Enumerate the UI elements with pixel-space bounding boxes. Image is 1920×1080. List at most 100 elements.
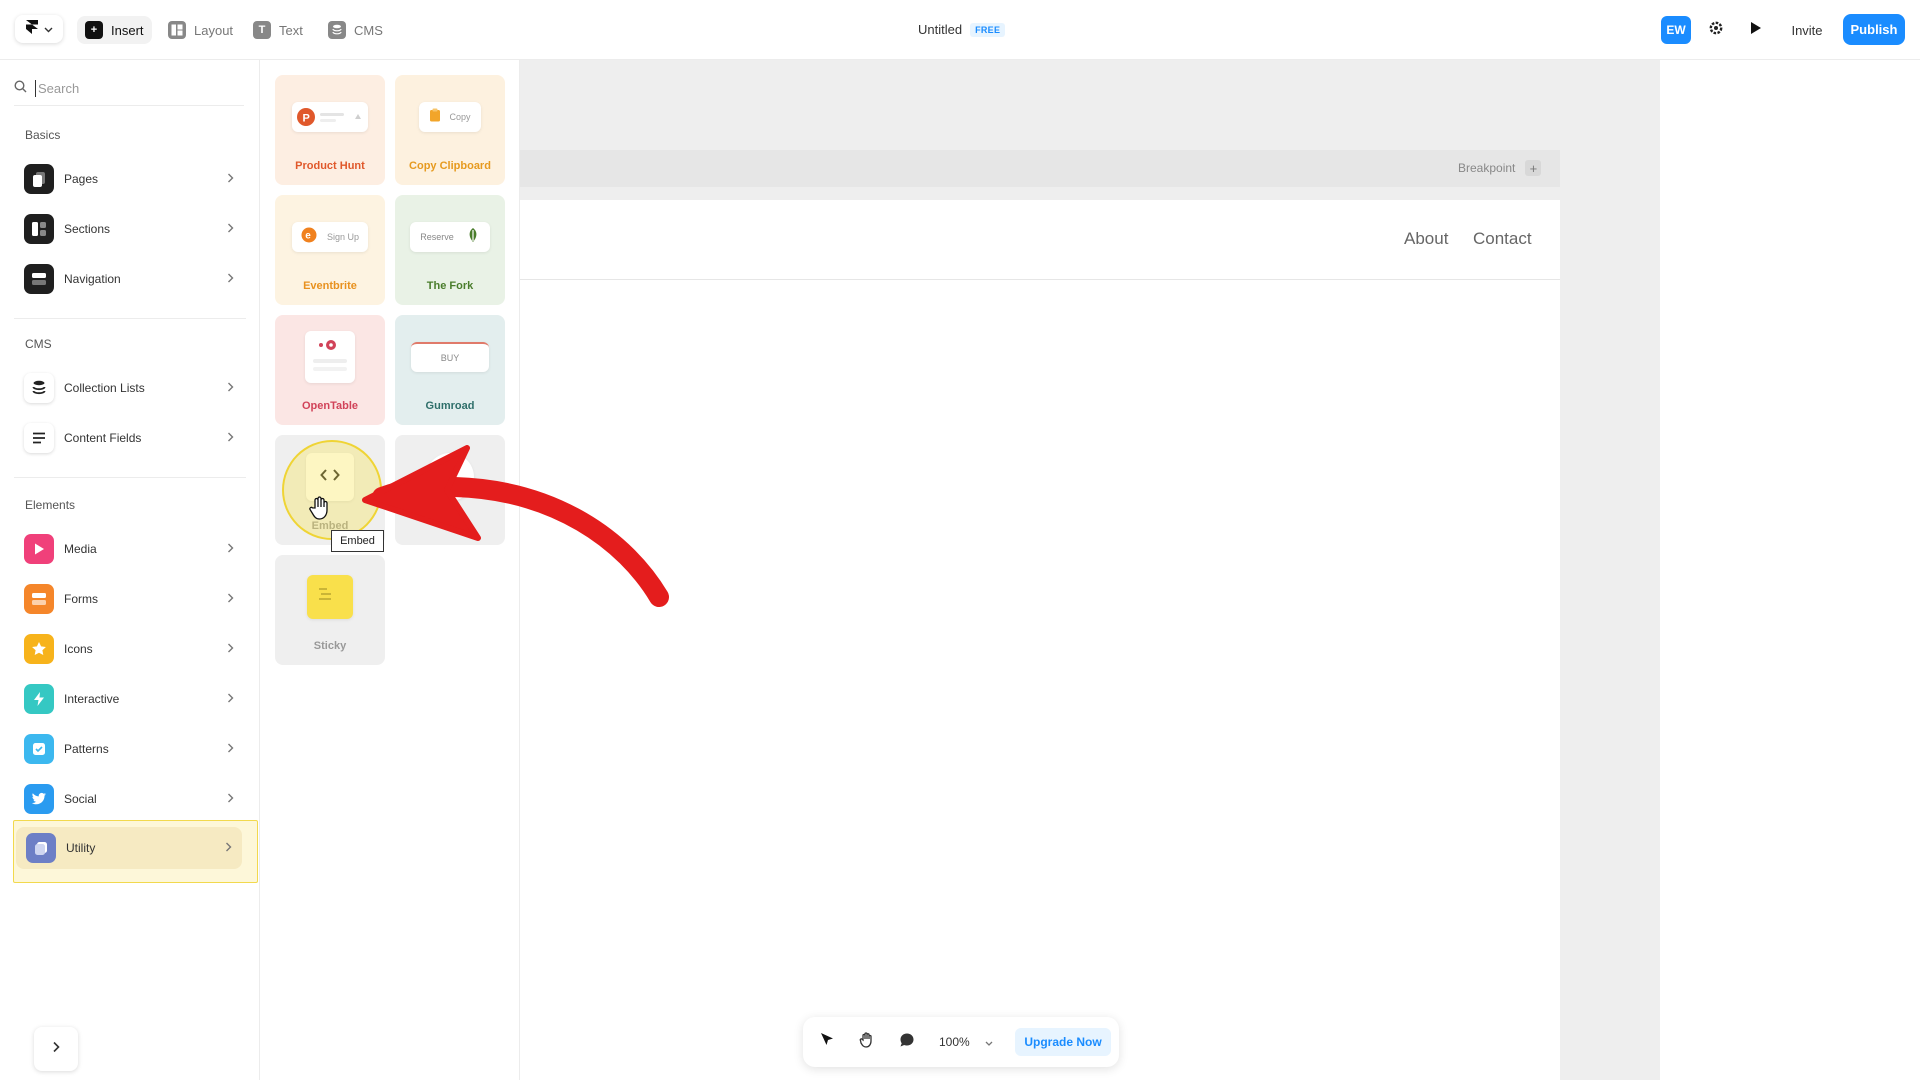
- sidebar-item-label: Interactive: [64, 692, 120, 706]
- properties-panel: [1660, 60, 1920, 1080]
- search-icon: [14, 79, 27, 98]
- sidebar-item-label: Forms: [64, 592, 98, 606]
- chevron-right-icon: [227, 742, 234, 756]
- sticky-note-preview: [307, 575, 353, 619]
- sidebar-item-collection-lists[interactable]: Collection Lists: [14, 367, 244, 409]
- database-icon: [328, 21, 346, 39]
- card-label: OpenTable: [301, 400, 359, 412]
- sidebar-item-social[interactable]: Social: [14, 778, 244, 820]
- plan-badge: FREE: [970, 22, 1006, 37]
- tab-cms[interactable]: CMS: [320, 16, 391, 44]
- svg-text:P: P: [303, 113, 310, 125]
- comment-icon: [899, 1032, 915, 1053]
- document-title[interactable]: Untitled FREE: [918, 22, 1006, 37]
- tab-insert-label: Insert: [111, 22, 144, 38]
- cursor-arrow-icon: [819, 1032, 835, 1053]
- comment-tool-button[interactable]: [894, 1029, 920, 1055]
- card-gumroad[interactable]: BUY Gumroad: [395, 315, 505, 425]
- clipboard-icon: [429, 108, 441, 127]
- section-title-basics: Basics: [25, 128, 61, 142]
- gumroad-preview: BUY: [411, 342, 489, 372]
- the-fork-preview: Reserve: [410, 222, 490, 252]
- tab-layout[interactable]: Layout: [160, 16, 241, 44]
- card-label: The Fork: [426, 280, 474, 292]
- media-icon: [24, 534, 54, 564]
- card-label: Sticky: [313, 640, 347, 652]
- preview-button[interactable]: [1742, 16, 1770, 44]
- desktop-frame[interactable]: [520, 200, 1560, 1080]
- tab-cms-label: CMS: [354, 22, 383, 38]
- avatar[interactable]: EW: [1661, 16, 1691, 44]
- sidebar-item-sections[interactable]: Sections: [14, 208, 244, 250]
- publish-button[interactable]: Publish: [1843, 14, 1905, 45]
- zoom-select[interactable]: 100%: [933, 1028, 999, 1056]
- sidebar-item-pages[interactable]: Pages: [14, 158, 244, 200]
- eventbrite-logo-icon: e: [301, 227, 317, 248]
- chevron-right-icon: [227, 592, 234, 606]
- eventbrite-preview-text: Sign Up: [326, 232, 360, 242]
- navigation-icon: [24, 264, 54, 294]
- breakpoint-control[interactable]: Breakpoint +: [1458, 160, 1542, 176]
- tab-layout-label: Layout: [194, 22, 234, 38]
- content-fields-icon: [24, 423, 54, 453]
- sidebar-item-forms[interactable]: Forms: [14, 578, 244, 620]
- card-product-hunt[interactable]: P Product Hunt: [275, 75, 385, 185]
- text-icon: T: [253, 21, 271, 39]
- settings-button[interactable]: [1702, 16, 1730, 44]
- sidebar-item-interactive[interactable]: Interactive: [14, 678, 244, 720]
- plus-icon: +: [85, 21, 103, 39]
- card-the-fork[interactable]: Reserve The Fork: [395, 195, 505, 305]
- card-eventbrite[interactable]: e Sign Up Eventbrite: [275, 195, 385, 305]
- sidebar-item-label: Collection Lists: [64, 381, 145, 395]
- invite-button[interactable]: Invite: [1787, 16, 1827, 44]
- divider: [14, 318, 246, 319]
- chevron-right-icon: [227, 222, 234, 236]
- sidebar-item-utility[interactable]: Utility: [16, 827, 242, 869]
- tab-text-label: Text: [279, 22, 303, 38]
- forms-icon: [24, 584, 54, 614]
- frame-header: [520, 150, 1560, 187]
- eventbrite-preview: e Sign Up: [292, 222, 368, 252]
- hand-tool-button[interactable]: [854, 1029, 880, 1055]
- the-fork-preview-text: Reserve: [420, 232, 454, 242]
- sidebar-item-navigation[interactable]: Navigation: [14, 258, 244, 300]
- expand-sidebar-button[interactable]: [34, 1027, 78, 1071]
- product-hunt-preview: P: [292, 102, 368, 132]
- tab-text[interactable]: T Text: [245, 16, 311, 44]
- sections-icon: [24, 214, 54, 244]
- play-icon: [1750, 21, 1762, 40]
- sidebar-item-label: Utility: [66, 841, 96, 855]
- frame-nav-divider: [520, 279, 1560, 280]
- card-opentable[interactable]: OpenTable: [275, 315, 385, 425]
- sidebar-item-patterns[interactable]: Patterns: [14, 728, 244, 770]
- sidebar-item-label: Content Fields: [64, 431, 142, 445]
- card-copy-clipboard[interactable]: Copy Copy Clipboard: [395, 75, 505, 185]
- add-breakpoint-icon[interactable]: +: [1525, 160, 1542, 176]
- sidebar-item-icons[interactable]: Icons: [14, 628, 244, 670]
- sidebar-item-content-fields[interactable]: Content Fields: [14, 417, 244, 459]
- search-input[interactable]: [35, 80, 225, 97]
- sidebar-item-label: Pages: [64, 172, 99, 186]
- nav-link-about[interactable]: About: [1404, 229, 1448, 249]
- gear-icon: [1708, 20, 1724, 41]
- card-label: Product Hunt: [295, 160, 365, 172]
- sidebar-item-label: Media: [64, 542, 97, 556]
- chevron-right-icon: [227, 692, 234, 706]
- tab-insert[interactable]: + Insert: [77, 16, 152, 44]
- copy-preview-text: Copy: [449, 112, 471, 122]
- section-title-cms: CMS: [25, 337, 52, 351]
- nav-link-contact[interactable]: Contact: [1473, 229, 1532, 249]
- sidebar-item-label: Sections: [64, 222, 111, 236]
- app-menu-button[interactable]: [15, 15, 63, 43]
- opentable-preview: [305, 331, 355, 383]
- chevron-right-icon: [52, 1040, 60, 1058]
- upgrade-now-button[interactable]: Upgrade Now: [1015, 1028, 1111, 1056]
- canvas-toolbar: 100% Upgrade Now: [803, 1017, 1119, 1067]
- chevron-right-icon: [227, 642, 234, 656]
- pages-icon: [24, 164, 54, 194]
- sidebar-item-media[interactable]: Media: [14, 528, 244, 570]
- search-field[interactable]: [14, 72, 244, 106]
- select-tool-button[interactable]: [814, 1029, 840, 1055]
- chevron-right-icon: [227, 381, 234, 395]
- chevron-right-icon: [227, 272, 234, 286]
